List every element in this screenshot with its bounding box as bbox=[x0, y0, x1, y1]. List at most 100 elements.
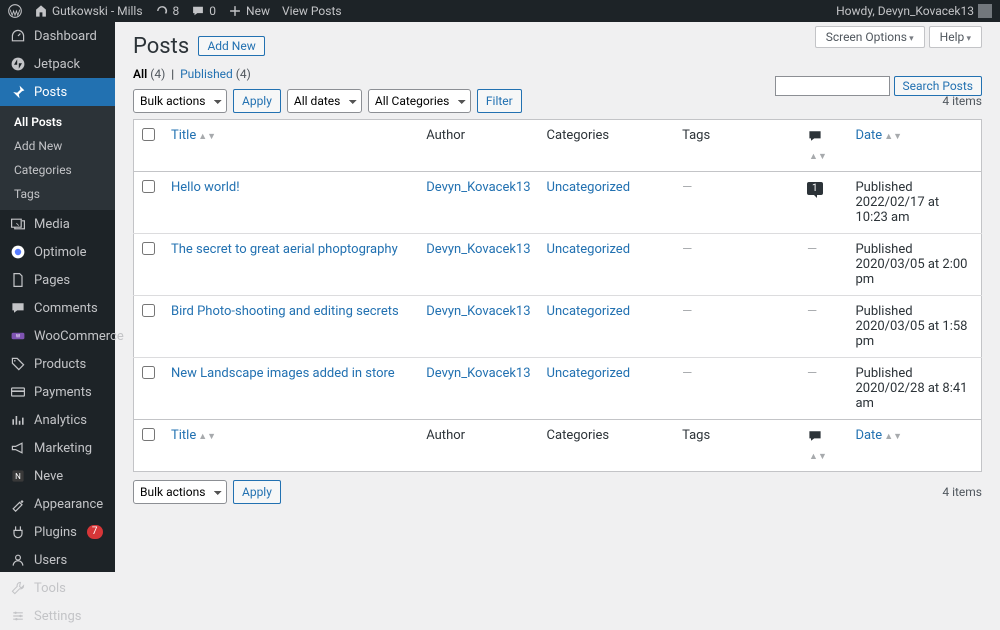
sidebar-item-tools[interactable]: Tools bbox=[0, 574, 115, 602]
page-title: Posts bbox=[133, 34, 189, 59]
product-icon bbox=[10, 356, 26, 372]
author-link[interactable]: Devyn_Kovacek13 bbox=[426, 366, 530, 381]
sidebar-item-label: Payments bbox=[34, 385, 92, 400]
filter-published-count: (4) bbox=[236, 67, 251, 81]
sidebar-item-jetpack[interactable]: Jetpack bbox=[0, 50, 115, 78]
sidebar-item-label: Marketing bbox=[34, 441, 92, 456]
bulk-actions-select[interactable]: Bulk actions bbox=[133, 89, 227, 113]
settings-icon bbox=[10, 608, 26, 624]
sidebar-item-label: Appearance bbox=[34, 497, 103, 512]
select-all-checkbox-bottom[interactable] bbox=[142, 428, 155, 441]
sidebar-item-payments[interactable]: Payments bbox=[0, 378, 115, 406]
sidebar-item-label: Media bbox=[34, 217, 70, 232]
sidebar-item-label: Settings bbox=[34, 609, 81, 624]
filter-button[interactable]: Filter bbox=[477, 89, 522, 113]
col-date[interactable]: Date▲▼ bbox=[847, 120, 981, 172]
sidebar-item-label: Dashboard bbox=[34, 29, 97, 44]
tools-icon bbox=[10, 580, 26, 596]
row-checkbox[interactable] bbox=[142, 242, 155, 255]
add-new-button[interactable]: Add New bbox=[198, 36, 264, 56]
sidebar-item-plugins[interactable]: Plugins7 bbox=[0, 518, 115, 546]
category-link[interactable]: Uncategorized bbox=[547, 242, 630, 257]
pin-icon bbox=[10, 84, 26, 100]
sidebar-item-label: Analytics bbox=[34, 413, 87, 428]
sidebar-item-label: Jetpack bbox=[34, 57, 80, 72]
page-icon bbox=[10, 272, 26, 288]
view-posts-link[interactable]: View Posts bbox=[282, 4, 342, 18]
post-title-link[interactable]: The secret to great aerial phoptography bbox=[171, 242, 398, 257]
bulk-actions-select-bottom[interactable]: Bulk actions bbox=[133, 480, 227, 504]
svg-text:N: N bbox=[15, 472, 21, 481]
row-checkbox[interactable] bbox=[142, 304, 155, 317]
updates-link[interactable]: 8 bbox=[155, 4, 180, 18]
sidebar-item-comments[interactable]: Comments bbox=[0, 294, 115, 322]
sidebar-item-appearance[interactable]: Appearance bbox=[0, 490, 115, 518]
sidebar-item-label: Products bbox=[34, 357, 86, 372]
post-title-link[interactable]: Hello world! bbox=[171, 180, 240, 195]
post-title-link[interactable]: New Landscape images added in store bbox=[171, 366, 395, 381]
dates-select[interactable]: All dates bbox=[287, 89, 362, 113]
search-button[interactable]: Search Posts bbox=[894, 76, 983, 96]
comment-count: — bbox=[807, 366, 817, 381]
submenu-item-tags[interactable]: Tags bbox=[0, 182, 115, 206]
screen-options-button[interactable]: Screen Options bbox=[815, 26, 925, 48]
wp-logo[interactable] bbox=[8, 4, 22, 18]
col-comments[interactable]: ▲▼ bbox=[799, 120, 847, 172]
row-checkbox[interactable] bbox=[142, 366, 155, 379]
comments-link[interactable]: 0 bbox=[191, 4, 216, 18]
comment-count[interactable]: 1 bbox=[807, 182, 823, 195]
sidebar-item-pages[interactable]: Pages bbox=[0, 266, 115, 294]
sidebar-item-products[interactable]: Products bbox=[0, 350, 115, 378]
submenu-item-all-posts[interactable]: All Posts bbox=[0, 110, 115, 134]
tags-value: — bbox=[682, 366, 692, 381]
help-button[interactable]: Help bbox=[929, 26, 982, 48]
appearance-icon bbox=[10, 496, 26, 512]
col-title[interactable]: Title▲▼ bbox=[163, 420, 418, 472]
category-link[interactable]: Uncategorized bbox=[547, 366, 630, 381]
categories-select[interactable]: All Categories bbox=[368, 89, 471, 113]
sidebar-item-posts[interactable]: Posts bbox=[0, 78, 115, 106]
row-checkbox[interactable] bbox=[142, 180, 155, 193]
apply-button[interactable]: Apply bbox=[233, 89, 281, 113]
sidebar-item-optimole[interactable]: Optimole bbox=[0, 238, 115, 266]
tags-value: — bbox=[682, 242, 692, 257]
search-input[interactable] bbox=[775, 76, 890, 96]
author-link[interactable]: Devyn_Kovacek13 bbox=[426, 180, 530, 195]
main-content: Screen Options Help Posts Add New All (4… bbox=[115, 22, 1000, 572]
search-box: Search Posts bbox=[775, 76, 983, 96]
author-link[interactable]: Devyn_Kovacek13 bbox=[426, 304, 530, 319]
sidebar-item-dashboard[interactable]: Dashboard bbox=[0, 22, 115, 50]
site-name[interactable]: Gutkowski - Mills bbox=[34, 4, 143, 18]
sidebar-item-users[interactable]: Users bbox=[0, 546, 115, 574]
sidebar-item-settings[interactable]: Settings bbox=[0, 602, 115, 630]
sidebar-item-label: Tools bbox=[34, 581, 66, 596]
update-badge: 7 bbox=[87, 525, 103, 539]
post-title-link[interactable]: Bird Photo-shooting and editing secrets bbox=[171, 304, 399, 319]
admin-bar: Gutkowski - Mills 8 0 New View Posts How… bbox=[0, 0, 1000, 22]
apply-button-bottom[interactable]: Apply bbox=[233, 480, 281, 504]
submenu-item-add-new[interactable]: Add New bbox=[0, 134, 115, 158]
category-link[interactable]: Uncategorized bbox=[547, 180, 630, 195]
filter-published[interactable]: Published bbox=[180, 67, 233, 81]
admin-sidebar: Dashboard Jetpack Posts All PostsAdd NewCat… bbox=[0, 22, 115, 572]
analytics-icon bbox=[10, 412, 26, 428]
tags-value: — bbox=[682, 180, 692, 195]
submenu-item-categories[interactable]: Categories bbox=[0, 158, 115, 182]
author-link[interactable]: Devyn_Kovacek13 bbox=[426, 242, 530, 257]
avatar bbox=[978, 4, 992, 18]
sidebar-item-analytics[interactable]: Analytics bbox=[0, 406, 115, 434]
category-link[interactable]: Uncategorized bbox=[547, 304, 630, 319]
howdy-user[interactable]: Howdy, Devyn_Kovacek13 bbox=[836, 4, 992, 18]
sidebar-item-woocommerce[interactable]: WWooCommerce bbox=[0, 322, 115, 350]
posts-table: Title▲▼ Author Categories Tags ▲▼ Date▲▼… bbox=[133, 119, 982, 472]
sidebar-item-marketing[interactable]: Marketing bbox=[0, 434, 115, 462]
col-title[interactable]: Title▲▼ bbox=[163, 120, 418, 172]
new-link[interactable]: New bbox=[228, 4, 270, 18]
select-all-checkbox[interactable] bbox=[142, 128, 155, 141]
filter-all[interactable]: All bbox=[133, 67, 147, 81]
woo-icon: W bbox=[10, 328, 26, 344]
svg-text:W: W bbox=[16, 334, 21, 340]
sidebar-item-media[interactable]: Media bbox=[0, 210, 115, 238]
tags-value: — bbox=[682, 304, 692, 319]
sidebar-item-neve[interactable]: NNeve bbox=[0, 462, 115, 490]
